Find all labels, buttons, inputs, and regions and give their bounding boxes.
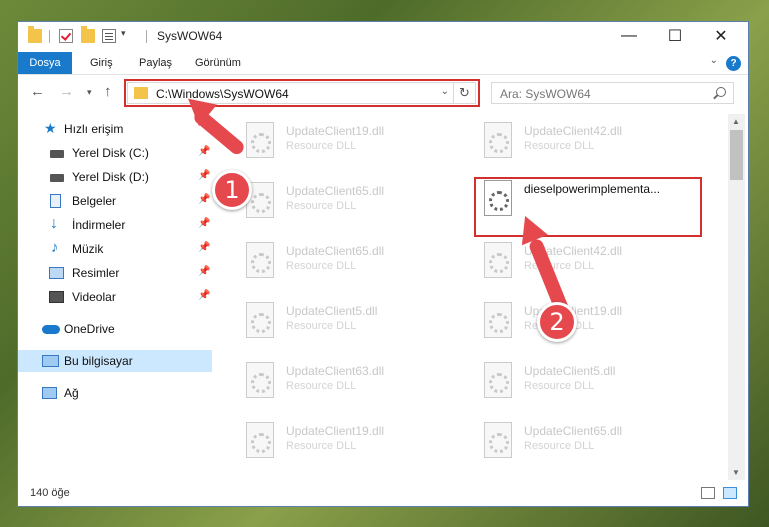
documents-icon [50,194,61,208]
sidebar-item-this-pc[interactable]: Bu bilgisayar [18,350,212,372]
dll-file-icon [484,362,512,398]
pin-icon[interactable]: 📌 [198,170,210,181]
pin-icon[interactable]: 📌 [198,266,210,277]
back-arrow-icon[interactable]: ← [30,83,45,100]
dll-file-icon [484,242,512,278]
search-placeholder: Ara: SysWOW64 [500,87,591,101]
video-icon [49,291,64,303]
dll-file-icon [246,122,274,158]
file-item[interactable]: UpdateClient19.dll Resource DLL [218,116,448,170]
file-item[interactable]: UpdateClient19.dll Resource DLL [218,416,448,470]
scroll-down-icon[interactable]: ▼ [732,468,740,477]
drive-icon [50,150,64,158]
new-folder-icon[interactable] [81,26,95,43]
sidebar-item-documents[interactable]: Belgeler 📌 [18,190,212,212]
file-item[interactable]: UpdateClient5.dll Resource DLL [456,356,686,410]
pictures-icon [49,267,64,279]
up-arrow-icon[interactable]: ↑ [104,83,112,100]
dll-file-icon [484,302,512,338]
file-item[interactable]: UpdateClient63.dll Resource DLL [218,356,448,410]
pin-icon[interactable]: 📌 [198,290,210,301]
address-highlight-box [124,79,480,107]
separator [146,30,147,43]
properties-check-icon[interactable] [59,29,73,43]
close-button[interactable]: ✕ [698,22,744,50]
recent-locations-icon[interactable]: ▾ [87,87,92,98]
music-icon: ♪ [51,239,59,256]
pin-icon[interactable]: 📌 [198,242,210,253]
scroll-up-icon[interactable]: ▲ [732,117,740,126]
navigation-pane: ★ Hızlı erişim Yerel Disk (C:) 📌 Yerel D… [18,114,214,480]
dll-file-icon [246,422,274,458]
item-count: 140 öğe [30,487,70,499]
download-icon: ↓ [50,215,58,232]
pin-icon[interactable]: 📌 [198,194,210,205]
file-item[interactable]: UpdateClient5.dll Resource DLL [218,296,448,350]
file-list: UpdateClient19.dll Resource DLL UpdateCl… [218,114,728,480]
file-item[interactable]: UpdateClient65.dll Resource DLL [218,236,448,290]
dll-file-icon [246,362,274,398]
pin-icon[interactable]: 📌 [198,218,210,229]
file-item[interactable]: UpdateClient42.dll Resource DLL [456,116,686,170]
sidebar-item-videos[interactable]: Videolar 📌 [18,286,212,308]
pin-icon[interactable]: 📌 [198,146,210,157]
sidebar-item-network[interactable]: Ağ [18,382,212,404]
tab-home[interactable]: Giriş [90,52,113,74]
minimize-button[interactable]: — [606,22,652,50]
cloud-icon [42,325,60,334]
tab-share[interactable]: Paylaş [139,52,172,74]
file-item[interactable]: UpdateClient42.dll Resource DLL [456,236,686,290]
search-box[interactable]: Ara: SysWOW64 [491,82,734,104]
drive-icon [50,174,64,182]
sidebar-item-onedrive[interactable]: OneDrive [18,318,212,340]
expand-ribbon-icon[interactable]: ⌄ [710,55,718,66]
sidebar-item-downloads[interactable]: ↓ İndirmeler 📌 [18,214,212,236]
dll-file-icon [484,422,512,458]
dll-file-icon [246,242,274,278]
scroll-thumb[interactable] [730,130,743,180]
tab-file[interactable]: Dosya [18,52,72,74]
explorer-window: ▾ SysWOW64 — ☐ ✕ Dosya Giriş Paylaş Görü… [17,21,749,507]
sidebar-item-pictures[interactable]: Resimler 📌 [18,262,212,284]
dll-file-icon [246,302,274,338]
forward-arrow-icon[interactable]: → [59,83,74,100]
file-item[interactable]: UpdateClient65.dll Resource DLL [456,416,686,470]
search-icon[interactable] [716,87,726,97]
large-icons-view-icon[interactable] [723,487,737,499]
step-badge-2: 2 [537,302,577,342]
sidebar-item-quick-access[interactable]: ★ Hızlı erişim [18,118,212,140]
folder-icon [28,26,42,43]
help-icon[interactable]: ? [726,56,741,71]
window-title: SysWOW64 [157,29,223,43]
sidebar-item-music[interactable]: ♪ Müzik 📌 [18,238,212,260]
quick-access-caret-icon[interactable]: ▾ [121,28,126,39]
title-bar: ▾ SysWOW64 — ☐ ✕ [18,22,748,52]
file-item[interactable]: UpdateClient65.dll Resource DLL [218,176,448,230]
quick-access-properties-icon[interactable] [102,29,116,43]
network-icon [42,387,57,399]
separator [49,30,50,43]
maximize-button[interactable]: ☐ [652,22,698,50]
details-view-icon[interactable] [701,487,715,499]
star-icon: ★ [44,120,57,136]
status-bar: 140 öğe [18,482,748,506]
dll-file-icon [484,122,512,158]
file-highlight-box [474,177,702,237]
ribbon-tabs: Dosya Giriş Paylaş Görünüm ⌄ ? [18,52,748,75]
vertical-scrollbar[interactable]: ▲ ▼ [728,114,745,480]
sidebar-item-disk-c[interactable]: Yerel Disk (C:) 📌 [18,142,212,164]
step-badge-1: 1 [212,170,252,210]
computer-icon [42,355,59,367]
tab-view[interactable]: Görünüm [195,52,241,74]
sidebar-item-disk-d[interactable]: Yerel Disk (D:) 📌 [18,166,212,188]
